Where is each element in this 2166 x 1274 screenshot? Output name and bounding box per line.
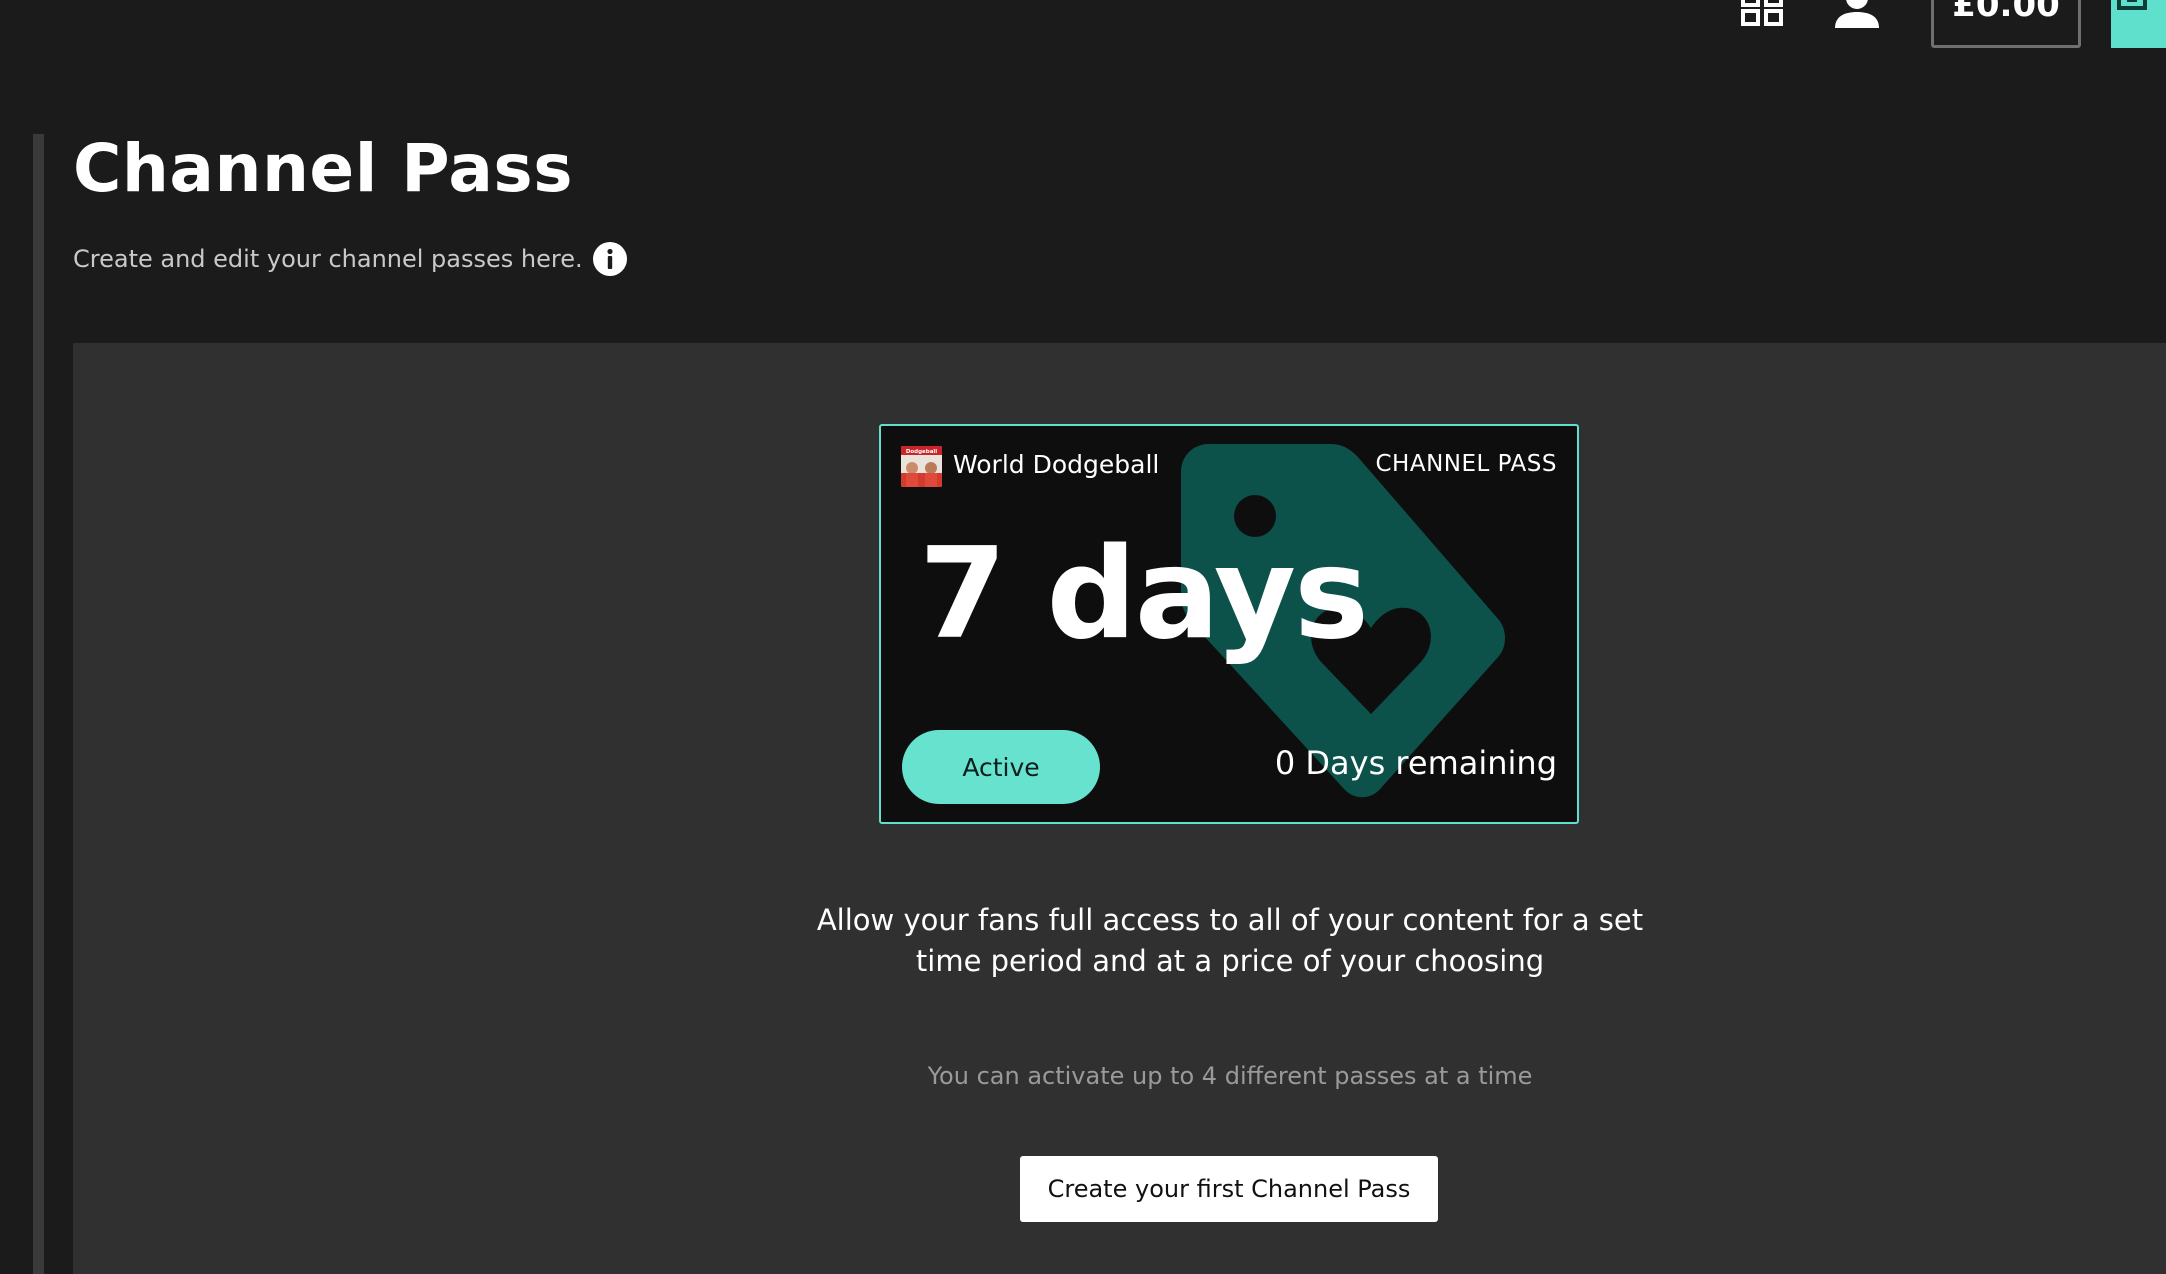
channel-name: World Dodgeball [953,450,1160,479]
balance-button[interactable]: £0.00 [1931,0,2081,48]
channel-pass-card[interactable]: Dodgeball World Dodgeball CHANNEL PASS 7… [879,424,1579,824]
create-channel-pass-button[interactable]: Create your first Channel Pass [1020,1156,1438,1222]
grid-icon[interactable] [1740,0,1784,26]
upload-icon [2117,0,2147,10]
page-subtitle: Create and edit your channel passes here… [73,245,583,273]
left-rail-divider [33,134,44,1274]
pass-type-label: CHANNEL PASS [1375,451,1557,477]
pass-duration: 7 days [919,520,1369,667]
info-icon[interactable] [592,242,627,276]
page-title: Channel Pass [73,130,574,207]
balance-amount: £0.00 [1952,0,2060,25]
subtitle-row: Create and edit your channel passes here… [73,240,627,278]
channel-logo: Dodgeball [901,446,942,487]
pass-description: Allow your fans full access to all of yo… [816,903,1644,978]
pass-limit-note: You can activate up to 4 different passe… [927,1062,1533,1090]
days-remaining: 0 Days remaining [1274,744,1557,782]
top-bar: £0.00 [0,0,2166,80]
svg-text:Dodgeball: Dodgeball [906,449,937,455]
upload-button[interactable] [2111,0,2166,48]
status-badge[interactable]: Active [902,730,1100,804]
user-icon[interactable] [1832,0,1882,28]
